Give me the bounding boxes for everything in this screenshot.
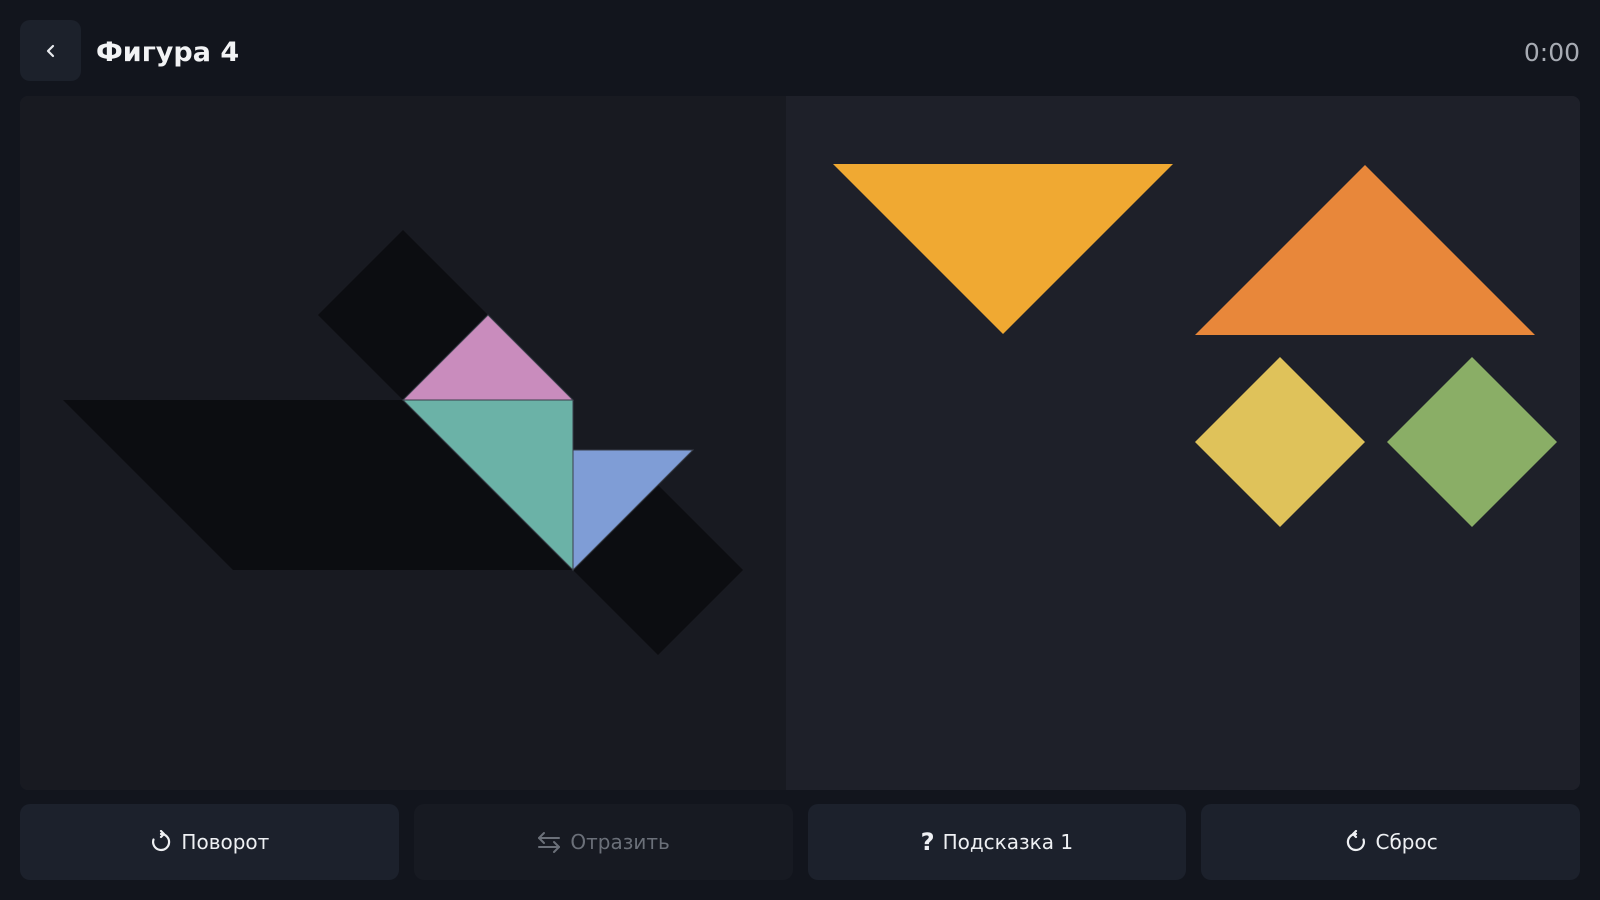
- flip-icon: [538, 832, 561, 853]
- hint-label: Подсказка 1: [942, 830, 1074, 854]
- reset-icon: [1346, 830, 1365, 852]
- reset-button[interactable]: Сброс: [1201, 804, 1580, 880]
- back-button[interactable]: [20, 20, 81, 81]
- timer: 0:00: [1523, 38, 1580, 67]
- game-board: [20, 96, 1580, 790]
- reset-label: Сброс: [1375, 830, 1438, 854]
- board-canvas: [20, 96, 1580, 790]
- header: Фигура 4 0:00: [0, 0, 1600, 96]
- page-title: Фигура 4: [96, 37, 240, 68]
- hint-button[interactable]: ? Подсказка 1: [807, 804, 1187, 880]
- flip-button[interactable]: Отразить: [413, 804, 793, 880]
- rotate-label: Поворот: [181, 830, 270, 854]
- toolbar: Поворот Отразить ? Подсказка 1 Сброс: [20, 804, 1580, 880]
- rotate-icon: [152, 830, 171, 852]
- question-icon: ?: [920, 828, 935, 856]
- flip-label: Отразить: [570, 830, 670, 854]
- rotate-button[interactable]: Поворот: [20, 804, 399, 880]
- chevron-left-icon: [46, 44, 54, 57]
